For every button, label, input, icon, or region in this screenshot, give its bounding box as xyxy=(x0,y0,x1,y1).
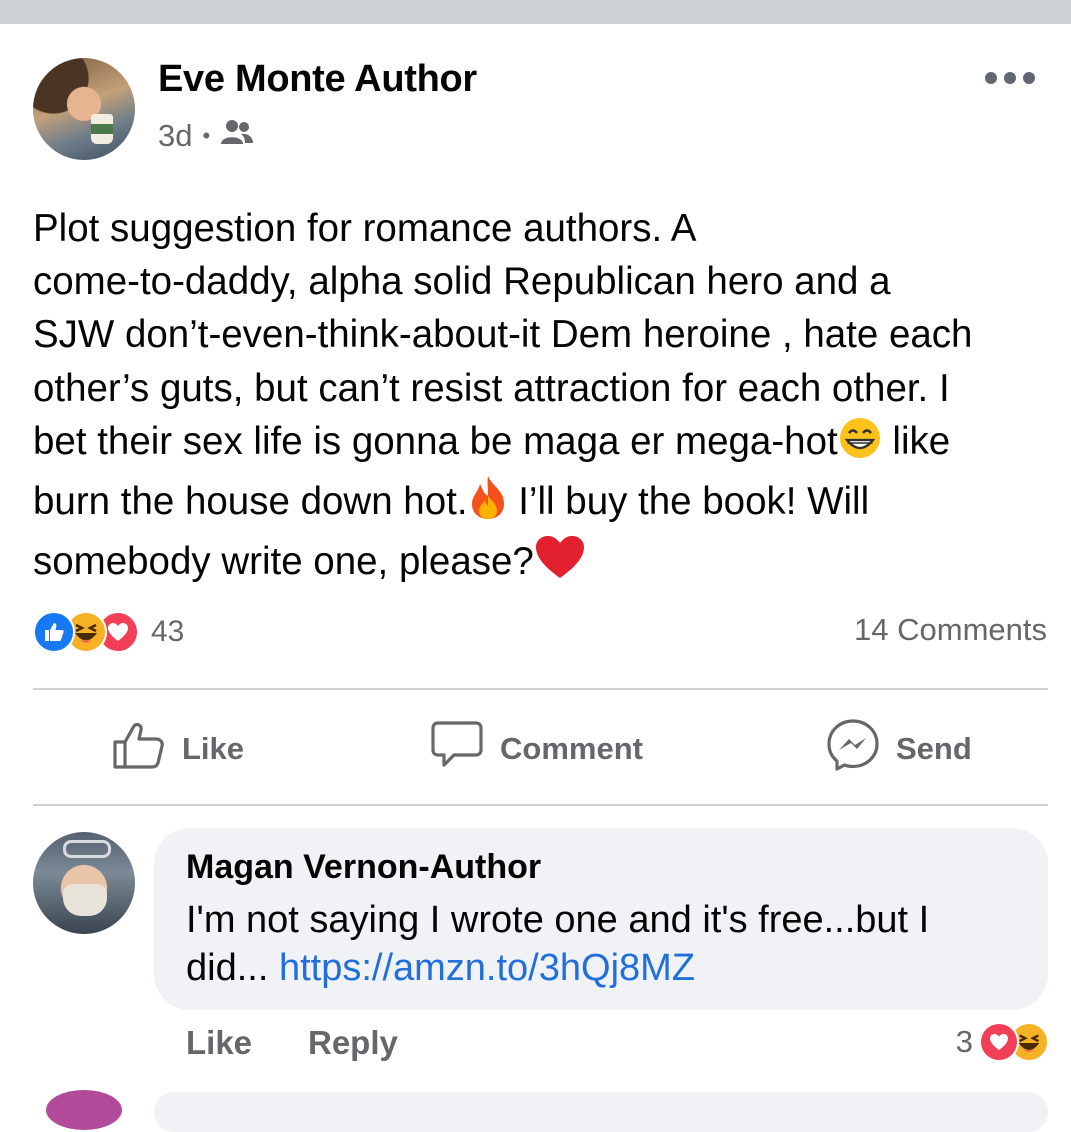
messenger-icon xyxy=(826,718,896,780)
status-strip xyxy=(0,0,1071,24)
commenter-avatar[interactable] xyxy=(33,832,135,934)
comment-button-label: Comment xyxy=(500,731,643,766)
reaction-summary[interactable]: 43 xyxy=(33,610,184,654)
post-body: Plot suggestion for romance authors. A c… xyxy=(33,202,1043,594)
love-reaction-icon xyxy=(979,1022,1019,1062)
post-line: somebody write one, please? xyxy=(33,534,1043,594)
post-line: come-to-daddy, alpha solid Republican he… xyxy=(33,260,891,304)
like-button-label: Like xyxy=(182,731,245,766)
comment-reaction-summary[interactable]: 3 xyxy=(956,1022,1049,1062)
coffee-cup-band xyxy=(91,124,113,134)
comment-button[interactable]: Comment xyxy=(430,718,643,780)
comment-reply-button[interactable]: Reply xyxy=(308,1024,398,1062)
next-comment-bubble xyxy=(154,1092,1048,1132)
meta-separator: • xyxy=(202,123,211,148)
send-button-label: Send xyxy=(896,731,972,766)
comment-line: did... https://amzn.to/3hQj8MZ xyxy=(186,944,1026,992)
divider xyxy=(33,688,1048,690)
post-line-text: bet their sex life is gonna be maga er m… xyxy=(33,419,838,463)
post-timestamp[interactable]: 3d xyxy=(158,118,192,154)
grinning-emoji-icon xyxy=(838,416,882,474)
like-button[interactable]: Like xyxy=(112,718,244,780)
post-author-avatar[interactable] xyxy=(33,58,135,160)
like-reaction-icon xyxy=(33,611,75,653)
post-line-text: burn the house down hot. xyxy=(33,480,468,524)
comment-like-button[interactable]: Like xyxy=(186,1024,252,1062)
red-heart-emoji-icon xyxy=(534,534,586,594)
post-line-text: I’ll buy the book! Will xyxy=(507,480,870,524)
post-meta: 3d • xyxy=(158,118,254,154)
comment-body: I'm not saying I wrote one and it's free… xyxy=(186,896,1026,992)
fire-emoji-icon xyxy=(468,474,508,534)
send-button[interactable]: Send xyxy=(826,718,972,780)
post-line: SJW don’t-even-think-about-it Dem heroin… xyxy=(33,313,973,357)
comment-link[interactable]: https://amzn.to/3hQj8MZ xyxy=(279,947,695,989)
comment-text-prefix: did... xyxy=(186,947,279,989)
speech-bubble-icon xyxy=(430,720,500,778)
friends-icon xyxy=(220,118,254,154)
commenter-name[interactable]: Magan Vernon-Author xyxy=(186,848,541,887)
next-commenter-avatar[interactable] xyxy=(46,1090,122,1130)
divider xyxy=(33,804,1048,806)
post-line: Plot suggestion for romance authors. A xyxy=(33,207,697,250)
face-mask-graphic xyxy=(63,884,107,916)
comment-line: I'm not saying I wrote one and it's free… xyxy=(186,899,930,941)
comment-reaction-count: 3 xyxy=(955,1024,973,1059)
reaction-count: 43 xyxy=(151,615,185,648)
sunglasses-graphic xyxy=(63,840,111,858)
post-line-text: like xyxy=(892,419,951,463)
post-author-name[interactable]: Eve Monte Author xyxy=(158,58,477,101)
thumbs-up-icon xyxy=(112,720,182,778)
post-line: bet their sex life is gonna be maga er m… xyxy=(33,415,1043,474)
comments-count-link[interactable]: 14 Comments xyxy=(854,612,1047,648)
post-line-text: somebody write one, please? xyxy=(33,540,534,584)
post-line: other’s guts, but can’t resist attractio… xyxy=(33,366,950,410)
more-options-icon[interactable] xyxy=(985,66,1035,90)
post-line: burn the house down hot. I’ll buy the bo… xyxy=(33,474,1043,534)
